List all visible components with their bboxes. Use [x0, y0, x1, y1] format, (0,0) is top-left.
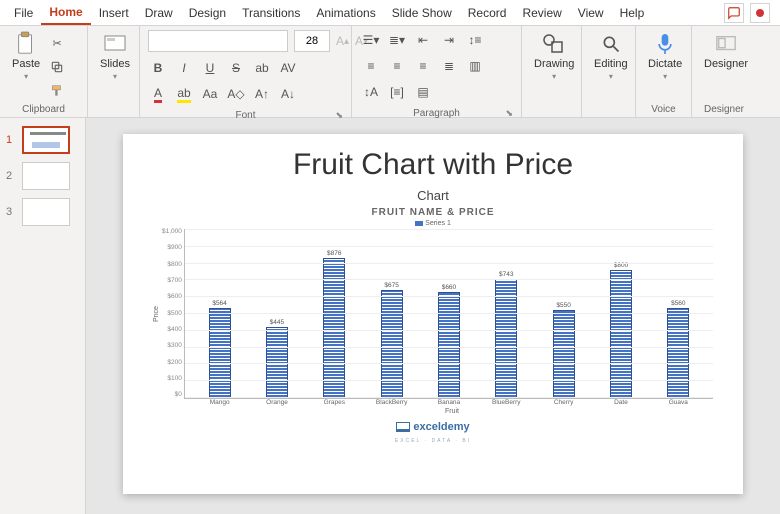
menu-slideshow[interactable]: Slide Show	[384, 2, 460, 24]
font-group-label: Font	[235, 110, 255, 121]
drawing-button[interactable]: Drawing ▾	[530, 30, 578, 113]
slides-label: Slides	[100, 58, 130, 70]
dictate-label: Dictate	[648, 58, 682, 70]
designer-button[interactable]: Designer	[700, 30, 752, 102]
watermark-icon	[396, 422, 410, 432]
thumbnail-panel: 1 2 3	[0, 118, 86, 514]
align-center-icon[interactable]: ≡	[386, 56, 408, 76]
increase-font-icon[interactable]: A▴	[336, 31, 349, 51]
strikethrough-button[interactable]: S	[226, 58, 246, 78]
editing-button[interactable]: Editing ▾	[590, 30, 632, 113]
watermark: exceldemy EXCEL · DATA · BI	[153, 421, 713, 445]
bold-button[interactable]: B	[148, 58, 168, 78]
record-icon[interactable]	[750, 3, 770, 23]
legend-label: Series 1	[425, 220, 451, 227]
cut-icon[interactable]: ✂	[48, 34, 66, 52]
designer-group-label: Designer	[700, 102, 748, 117]
copy-icon[interactable]	[48, 58, 66, 76]
shrink-font-icon[interactable]: A↓	[278, 84, 298, 104]
indent-left-icon[interactable]: ⇤	[412, 30, 434, 50]
slide-canvas[interactable]: Fruit Chart with Price Chart FRUIT NAME …	[86, 118, 780, 514]
voice-group-label: Voice	[644, 102, 683, 117]
chevron-down-icon: ▾	[24, 72, 28, 81]
clipboard-group-label: Clipboard	[8, 102, 79, 117]
menu-file[interactable]: File	[6, 2, 41, 24]
slides-button[interactable]: Slides ▾	[96, 30, 134, 113]
clear-format-icon[interactable]: A◇	[226, 84, 246, 104]
bullets-icon[interactable]: ☰▾	[360, 30, 382, 50]
char-spacing-button[interactable]: AV	[278, 58, 298, 78]
paragraph-group-label: Paragraph	[413, 108, 460, 119]
y-axis-ticks: $0$100$200$300$400$500$600$700$800$900$1…	[160, 229, 184, 399]
chart[interactable]: FRUIT NAME & PRICE Series 1 Price $0$100…	[153, 207, 713, 415]
chevron-down-icon: ▾	[609, 72, 613, 81]
numbering-icon[interactable]: ≣▾	[386, 30, 408, 50]
slide-subtitle[interactable]: Chart	[153, 188, 713, 203]
font-launcher-icon[interactable]: ⬊	[335, 110, 343, 121]
dictate-button[interactable]: Dictate ▾	[644, 30, 686, 102]
columns-icon[interactable]: ▥	[464, 56, 486, 76]
chart-bars: $564$445$876$675$660$743$550$800$560	[184, 229, 713, 399]
drawing-label: Drawing	[534, 58, 574, 70]
menu-help[interactable]: Help	[612, 2, 653, 24]
menu-review[interactable]: Review	[514, 2, 569, 24]
chart-legend: Series 1	[153, 220, 713, 227]
menu-draw[interactable]: Draw	[137, 2, 181, 24]
font-color-icon[interactable]: A	[148, 84, 168, 104]
thumb-number: 2	[6, 170, 16, 182]
indent-right-icon[interactable]: ⇥	[438, 30, 460, 50]
chevron-down-icon: ▾	[663, 72, 667, 81]
font-size-input[interactable]	[294, 30, 330, 52]
justify-icon[interactable]: ≣	[438, 56, 460, 76]
slide[interactable]: Fruit Chart with Price Chart FRUIT NAME …	[123, 134, 743, 494]
y-axis-label: Price	[153, 229, 160, 399]
text-direction-icon[interactable]: ↕A	[360, 82, 382, 102]
change-case-button[interactable]: Aa	[200, 84, 220, 104]
designer-label: Designer	[704, 58, 748, 70]
grow-font-icon[interactable]: A↑	[252, 84, 272, 104]
align-text-icon[interactable]: [≡]	[386, 82, 408, 102]
chevron-down-icon: ▾	[552, 72, 556, 81]
ribbon: Paste ▾ ✂ Clipboard Slides ▾	[0, 26, 780, 118]
italic-button[interactable]: I	[174, 58, 194, 78]
paste-button[interactable]: Paste ▾	[8, 30, 44, 102]
watermark-sub: EXCEL · DATA · BI	[395, 438, 471, 444]
editing-label: Editing	[594, 58, 628, 70]
menu-transitions[interactable]: Transitions	[234, 2, 308, 24]
highlight-icon[interactable]: ab	[174, 84, 194, 104]
menu-insert[interactable]: Insert	[91, 2, 137, 24]
thumb-number: 1	[6, 134, 16, 146]
x-axis-label: Fruit	[153, 408, 713, 415]
paragraph-launcher-icon[interactable]: ⬊	[505, 108, 513, 119]
align-left-icon[interactable]: ≡	[360, 56, 382, 76]
x-axis-ticks: MangoOrangeGrapesBlackBerryBananaBlueBer…	[153, 399, 713, 406]
underline-button[interactable]: U	[200, 58, 220, 78]
menu-home[interactable]: Home	[41, 1, 90, 25]
workspace: 1 2 3 Fruit Chart with Price Chart FRUIT…	[0, 118, 780, 514]
chart-title: FRUIT NAME & PRICE	[153, 207, 713, 218]
slide-thumbnail-1[interactable]: 1	[0, 124, 85, 156]
menu-record[interactable]: Record	[460, 2, 515, 24]
menu-view[interactable]: View	[570, 2, 612, 24]
shadow-button[interactable]: ab	[252, 58, 272, 78]
slide-title[interactable]: Fruit Chart with Price	[153, 148, 713, 182]
chevron-down-icon: ▾	[113, 72, 117, 81]
thumb-number: 3	[6, 206, 16, 218]
menu-bar: File Home Insert Draw Design Transitions…	[0, 0, 780, 26]
watermark-brand: exceldemy	[413, 421, 469, 433]
legend-swatch-icon	[415, 221, 423, 226]
slide-thumbnail-2[interactable]: 2	[0, 160, 85, 192]
line-spacing-icon[interactable]: ↕≡	[464, 30, 486, 50]
menu-animations[interactable]: Animations	[308, 2, 383, 24]
align-right-icon[interactable]: ≡	[412, 56, 434, 76]
format-painter-icon[interactable]	[48, 82, 66, 100]
slide-thumbnail-3[interactable]: 3	[0, 196, 85, 228]
smartart-icon[interactable]: ▤	[412, 82, 434, 102]
comments-icon[interactable]	[724, 3, 744, 23]
paste-label: Paste	[12, 58, 40, 70]
menu-design[interactable]: Design	[181, 2, 234, 24]
font-name-input[interactable]	[148, 30, 288, 52]
